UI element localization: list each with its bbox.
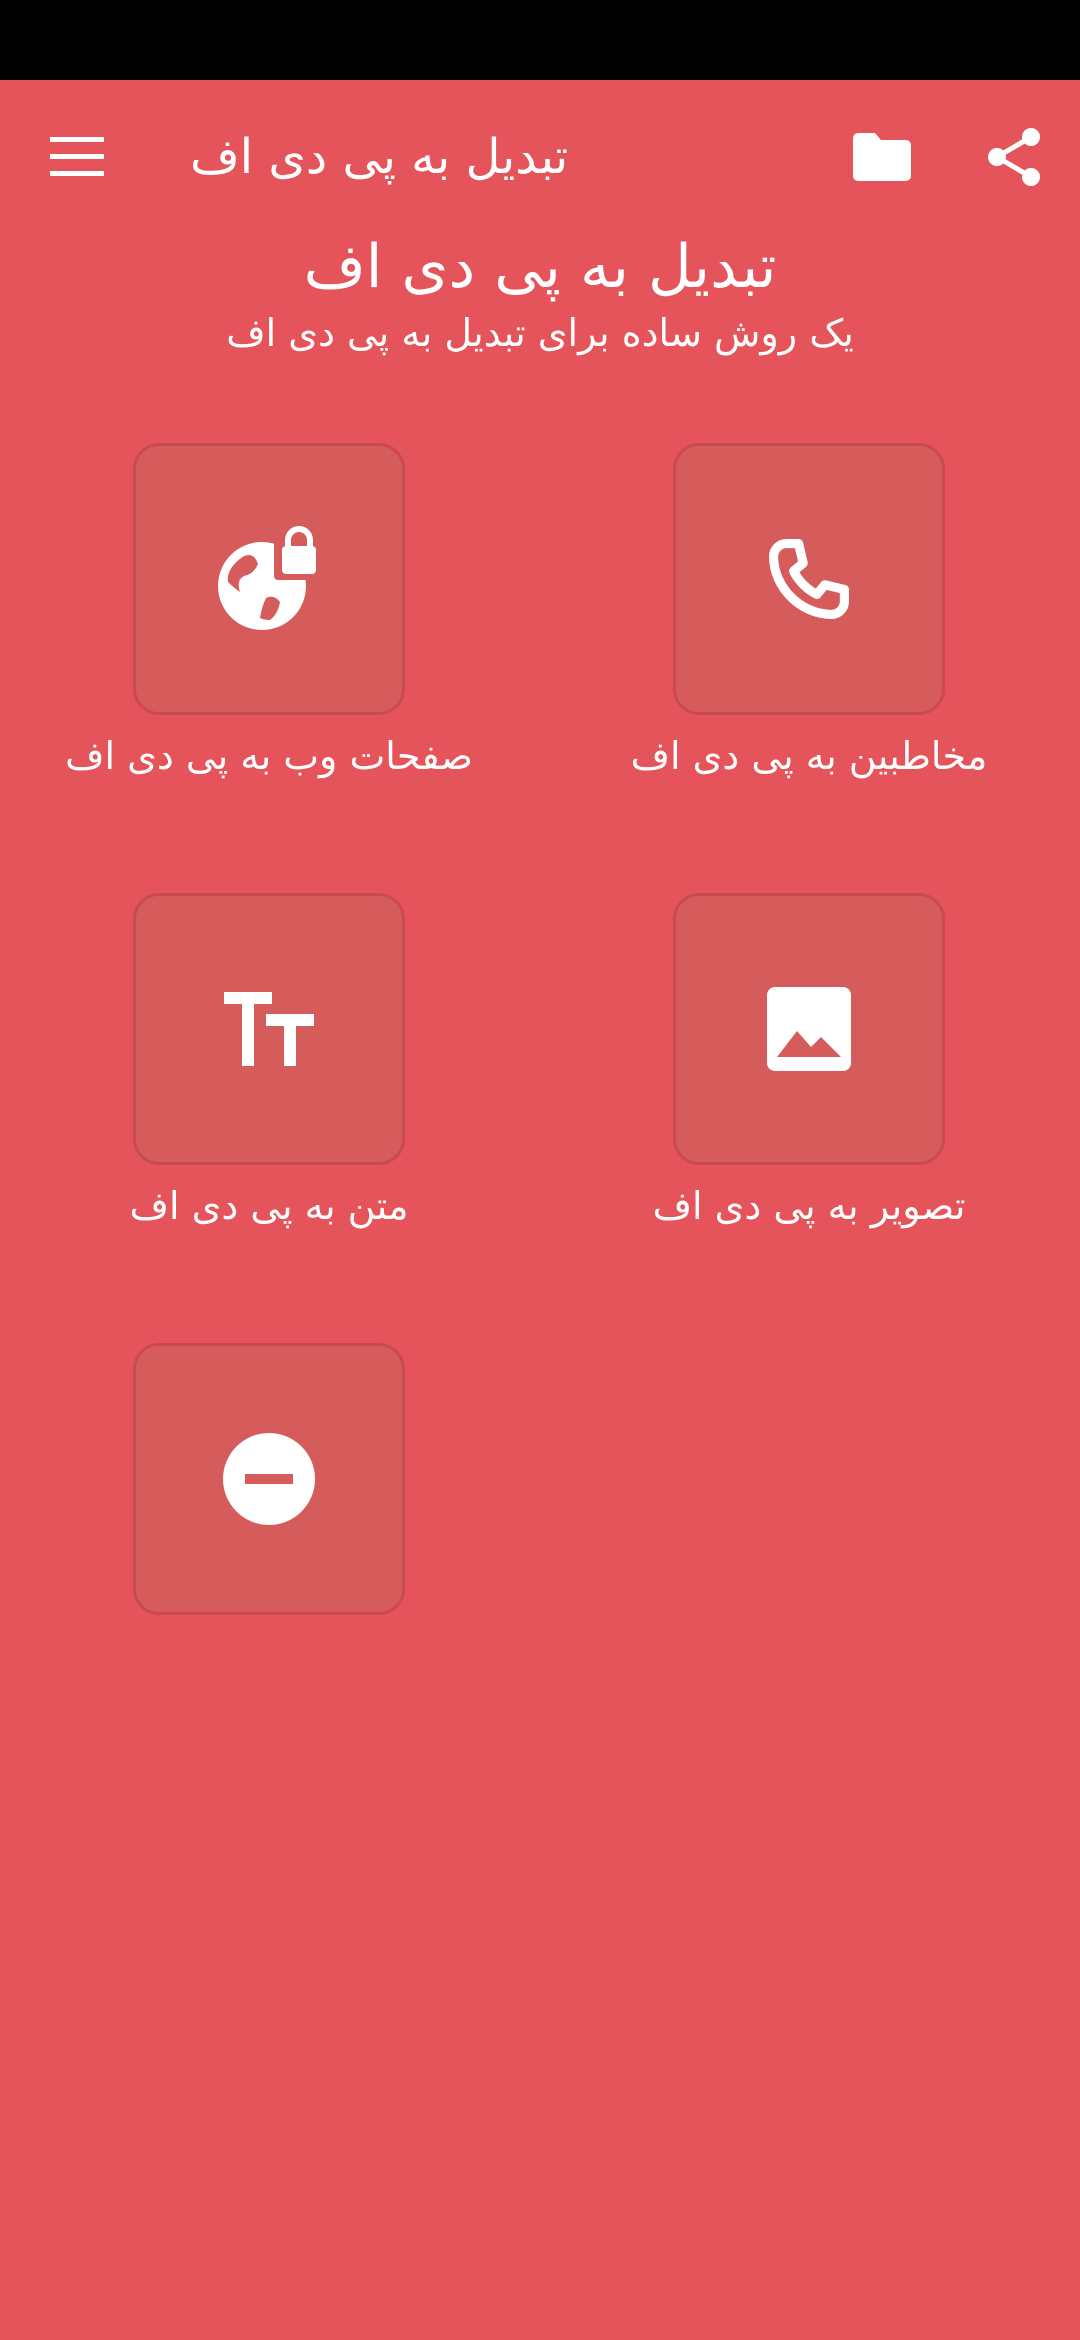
- menu-icon: [50, 137, 104, 177]
- phone-icon: [759, 529, 859, 629]
- page-title: تبدیل به پی دی اف: [303, 232, 777, 302]
- app-bar: تبدیل به پی دی اف: [0, 80, 1080, 230]
- remove-button[interactable]: [133, 1343, 405, 1615]
- folder-icon: [853, 133, 911, 181]
- web-to-pdf-button[interactable]: [133, 443, 405, 715]
- page-subtitle: یک روش ساده برای تبدیل به پی دی اف: [226, 311, 854, 355]
- contacts-to-pdf-button[interactable]: [673, 443, 945, 715]
- text-size-icon: [224, 992, 314, 1066]
- share-icon: [986, 127, 1042, 187]
- app-title: تبدیل به پی دی اف: [190, 129, 569, 185]
- image-to-pdf-label: تصویر به پی دی اف: [652, 1184, 966, 1228]
- contacts-to-pdf-label: مخاطبین به پی دی اف: [630, 734, 988, 778]
- folder-button[interactable]: [846, 122, 918, 192]
- menu-button[interactable]: [40, 122, 114, 192]
- text-to-pdf-button[interactable]: [133, 893, 405, 1165]
- remove-circle-icon: [223, 1433, 315, 1525]
- image-icon: [767, 987, 851, 1071]
- status-bar: [0, 0, 1080, 80]
- share-button[interactable]: [978, 122, 1050, 192]
- image-to-pdf-button[interactable]: [673, 893, 945, 1165]
- web-lock-icon: [214, 524, 324, 634]
- web-to-pdf-label: صفحات وب به پی دی اف: [65, 734, 473, 778]
- text-to-pdf-label: متن به پی دی اف: [129, 1184, 409, 1228]
